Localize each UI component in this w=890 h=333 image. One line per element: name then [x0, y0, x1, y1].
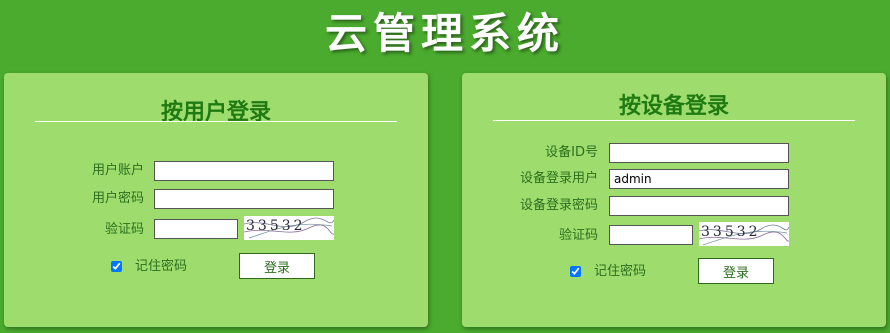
- remember-checkbox[interactable]: [111, 261, 122, 272]
- device-captcha-text: 33532: [701, 224, 761, 240]
- password-input[interactable]: [154, 189, 334, 209]
- device-captcha-label: 验证码: [558, 228, 598, 243]
- device-login-button[interactable]: 登录: [698, 258, 774, 284]
- remember-label: 记住密码: [135, 259, 188, 274]
- device-login-panel: 按设备登录 设备ID号 设备登录用户 设备登录密码 验证码 33532 记住密码…: [462, 73, 886, 327]
- user-login-panel: 按用户登录 用户账户 用户密码 验证码 33532 记住密码 登录: [4, 73, 428, 327]
- captcha-image[interactable]: 33532: [244, 216, 334, 240]
- device-password-label: 设备登录密码: [519, 198, 598, 213]
- user-login-button[interactable]: 登录: [239, 253, 315, 279]
- captcha-label: 验证码: [104, 222, 144, 237]
- device-login-title: 按设备登录: [618, 94, 729, 119]
- device-remember-checkbox[interactable]: [570, 266, 581, 277]
- account-label: 用户账户: [91, 163, 144, 178]
- user-login-title: 按用户登录: [160, 100, 271, 125]
- device-user-label: 设备登录用户: [519, 171, 598, 186]
- device-captcha-input[interactable]: [609, 225, 693, 245]
- captcha-input[interactable]: [154, 219, 238, 239]
- device-captcha-image[interactable]: 33532: [699, 222, 789, 246]
- app-title: 云管理系统: [324, 9, 565, 58]
- password-label: 用户密码: [91, 191, 144, 206]
- device-remember-label: 记住密码: [594, 264, 647, 279]
- device-login-divider: [493, 120, 855, 121]
- device-user-input[interactable]: [609, 169, 789, 189]
- user-login-divider: [35, 121, 397, 122]
- captcha-text: 33532: [246, 218, 306, 234]
- device-id-label: 设备ID号: [545, 145, 598, 160]
- account-input[interactable]: [154, 161, 334, 181]
- device-password-input[interactable]: [609, 196, 789, 216]
- device-id-input[interactable]: [609, 143, 789, 163]
